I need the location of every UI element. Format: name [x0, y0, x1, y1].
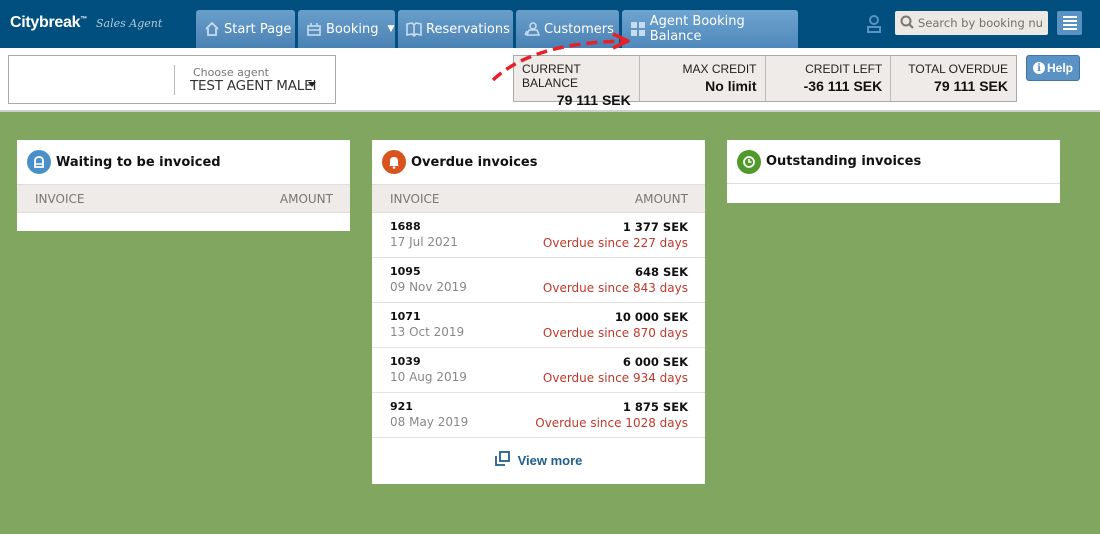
- home-icon: [204, 21, 220, 37]
- column-header: INVOICE AMOUNT: [17, 184, 350, 213]
- invoice-amount: 6 000 SEK: [622, 355, 688, 369]
- panel-title: Waiting to be invoiced: [56, 154, 221, 170]
- caret-down-icon: [308, 82, 316, 87]
- brand-name: Citybreak: [10, 14, 81, 31]
- outstanding-panel: Outstanding invoices: [727, 140, 1060, 203]
- help-button[interactable]: i Help: [1026, 55, 1080, 81]
- overdue-panel: Overdue invoices INVOICE AMOUNT 1688 17 J…: [372, 140, 705, 484]
- chevron-down-icon: ▼: [387, 24, 395, 34]
- waiting-panel: Waiting to be invoiced INVOICE AMOUNT: [17, 140, 350, 231]
- overdue-status: Overdue since 843 days: [542, 281, 688, 295]
- book-icon: [406, 21, 422, 37]
- balance-summary: CURRENT BALANCE 79 111 SEK MAX CREDIT No…: [513, 55, 1017, 108]
- top-navbar: Citybreak™ Sales Agent Start Page Bookin…: [0, 0, 1100, 48]
- invoice-amount: 1 377 SEK: [622, 220, 688, 234]
- package-icon: [27, 150, 51, 174]
- search-box[interactable]: [895, 11, 1048, 35]
- invoice-date: 10 Aug 2019: [390, 370, 467, 384]
- tab-agent-booking-balance[interactable]: Agent Booking Balance: [622, 10, 798, 48]
- column-header: INVOICE AMOUNT: [372, 184, 705, 213]
- balance-label: CURRENT BALANCE: [522, 62, 581, 90]
- invoice-date: 08 May 2019: [390, 415, 469, 429]
- balance-label: CREDIT LEFT: [805, 62, 883, 76]
- current-balance: CURRENT BALANCE 79 111 SEK: [514, 56, 640, 108]
- help-label: Help: [1046, 61, 1073, 75]
- brand-logo[interactable]: Citybreak™: [10, 14, 87, 32]
- balance-value: -36 111 SEK: [803, 78, 883, 94]
- balance-label: MAX CREDIT: [682, 62, 757, 76]
- agent-selector[interactable]: Choose agent TEST AGENT MALEI: [8, 55, 336, 104]
- hamburger-line: [1062, 24, 1077, 26]
- hamburger-line: [1062, 16, 1077, 18]
- clock-icon: [737, 149, 761, 174]
- balance-value: No limit: [705, 78, 757, 94]
- col-amount: AMOUNT: [279, 191, 333, 206]
- invoice-date: 09 Nov 2019: [390, 280, 467, 294]
- hamburger-line: [1062, 20, 1077, 22]
- invoice-row[interactable]: 921 08 May 2019 1 875 SEK Overdue since 10…: [372, 393, 705, 438]
- tab-label: Start Page: [224, 21, 292, 37]
- total-overdue: TOTAL OVERDUE 79 111 SEK: [891, 56, 1016, 101]
- trademark: ™: [80, 16, 87, 23]
- overdue-status: Overdue since 870 days: [542, 326, 688, 340]
- balance-header: Choose agent TEST AGENT MALEI CURRENT BA…: [0, 48, 1100, 112]
- invoice-number: 1095: [390, 265, 421, 278]
- external-window-icon: [494, 451, 510, 469]
- info-icon: i: [1032, 62, 1045, 74]
- invoice-number: 921: [390, 400, 413, 413]
- invoice-number: 1688: [390, 220, 421, 233]
- invoice-row[interactable]: 1039 10 Aug 2019 6 000 SEK Overdue since 9…: [372, 348, 705, 393]
- tab-label: Agent Booking Balance: [649, 14, 745, 44]
- view-more-label: View more: [517, 452, 583, 468]
- credit-left: CREDIT LEFT -36 111 SEK: [766, 56, 892, 101]
- hamburger-menu-button[interactable]: [1057, 11, 1082, 35]
- search-input[interactable]: [918, 16, 1043, 30]
- tab-start-page[interactable]: Start Page: [196, 10, 295, 48]
- invoice-number: 1039: [390, 355, 421, 368]
- balance-label: TOTAL OVERDUE: [908, 62, 1008, 76]
- col-amount: AMOUNT: [634, 191, 688, 206]
- tab-reservations[interactable]: Reservations: [398, 10, 513, 48]
- invoice-amount: 648 SEK: [634, 265, 688, 279]
- panel-header: Outstanding invoices: [727, 140, 1060, 184]
- panel-header: Overdue invoices: [372, 140, 705, 184]
- tab-booking[interactable]: Booking ▼: [298, 10, 395, 48]
- overdue-status: Overdue since 1028 days: [535, 416, 688, 430]
- tab-label: Booking: [326, 21, 379, 37]
- panel-header: Waiting to be invoiced: [17, 140, 350, 184]
- invoice-date: 13 Oct 2019: [390, 325, 465, 339]
- panel-title: Outstanding invoices: [766, 154, 922, 169]
- user-icon[interactable]: [865, 14, 883, 34]
- balance-value: 79 111 SEK: [556, 92, 631, 108]
- invoice-number: 1071: [390, 310, 421, 323]
- tab-label: Reservations: [426, 21, 510, 37]
- tab-label: Customers: [544, 21, 614, 37]
- invoice-date: 17 Jul 2021: [390, 235, 458, 249]
- invoice-row[interactable]: 1071 13 Oct 2019 10 000 SEK Overdue since …: [372, 303, 705, 348]
- balance-value: 79 111 SEK: [934, 78, 1008, 94]
- brand-subtitle: Sales Agent: [96, 17, 163, 30]
- overdue-status: Overdue since 934 days: [542, 371, 688, 385]
- col-invoice: INVOICE: [390, 191, 440, 206]
- col-invoice: INVOICE: [35, 191, 85, 206]
- invoice-amount: 1 875 SEK: [622, 400, 688, 414]
- grid-icon: [630, 21, 646, 37]
- panel-title: Overdue invoices: [411, 154, 538, 170]
- overdue-status: Overdue since 227 days: [542, 236, 688, 250]
- search-icon: [900, 14, 914, 33]
- tab-customers[interactable]: Customers: [516, 10, 619, 48]
- suitcase-icon: [306, 21, 322, 37]
- max-credit: MAX CREDIT No limit: [640, 56, 766, 101]
- invoice-row[interactable]: 1095 09 Nov 2019 648 SEK Overdue since 843…: [372, 258, 705, 303]
- bell-icon: [382, 150, 406, 174]
- hamburger-line: [1062, 28, 1077, 30]
- customers-icon: [524, 21, 540, 37]
- invoice-row[interactable]: 1688 17 Jul 2021 1 377 SEK Overdue since 2…: [372, 213, 705, 258]
- view-more-link[interactable]: View more: [372, 438, 705, 482]
- invoice-amount: 10 000 SEK: [614, 310, 688, 324]
- agent-value: TEST AGENT MALEI: [190, 78, 317, 94]
- divider: [174, 65, 175, 95]
